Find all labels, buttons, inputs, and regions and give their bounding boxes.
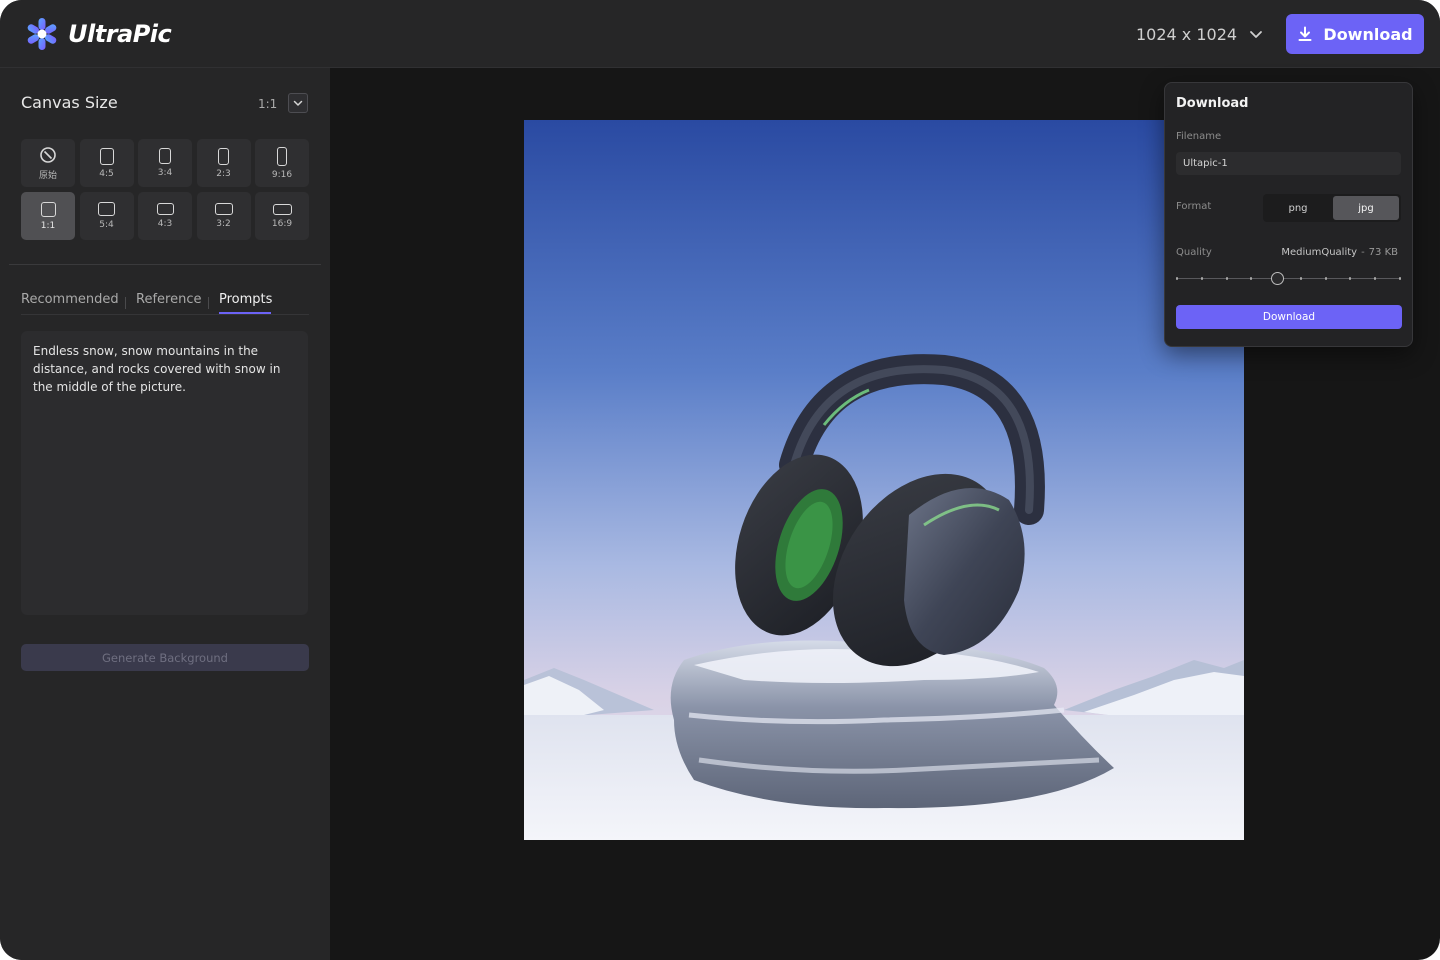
app-window: UltraPic 1024 x 1024 Download Canvas Siz… bbox=[0, 0, 1440, 960]
ratio-option[interactable]: 3:2 bbox=[196, 192, 251, 240]
ratio-option-label: 9:16 bbox=[271, 169, 293, 180]
slider-tick bbox=[1201, 277, 1203, 280]
quality-value: MediumQuality -73 KB bbox=[1274, 247, 1398, 258]
quality-name: MediumQuality bbox=[1281, 247, 1358, 258]
slider-tick bbox=[1399, 277, 1401, 280]
ratio-option-label: 4:5 bbox=[99, 168, 114, 179]
original-size-icon bbox=[40, 146, 56, 163]
ratio-option[interactable]: 原始 bbox=[21, 139, 75, 187]
slider-tick bbox=[1250, 277, 1252, 280]
current-ratio: 1:1 bbox=[258, 97, 278, 111]
tab-prompts[interactable]: Prompts bbox=[219, 292, 272, 307]
app-name: UltraPic bbox=[68, 20, 172, 48]
ratio-option[interactable]: 16:9 bbox=[255, 192, 309, 240]
prompt-textarea[interactable]: Endless snow, snow mountains in the dist… bbox=[21, 331, 308, 615]
output-size-select[interactable]: 1024 x 1024 bbox=[1136, 22, 1263, 46]
chevron-down-icon bbox=[1250, 31, 1262, 38]
ratio-shape-icon bbox=[40, 201, 56, 217]
slider-track bbox=[1176, 278, 1401, 279]
download-panel-title: Download bbox=[1176, 96, 1249, 111]
format-jpg-option[interactable]: jpg bbox=[1333, 196, 1399, 220]
generate-background-button[interactable]: Generate Background bbox=[21, 644, 309, 671]
download-button[interactable]: Download bbox=[1286, 14, 1424, 54]
download-button-label: Download bbox=[1323, 24, 1413, 44]
quality-label: Quality bbox=[1176, 247, 1212, 258]
chevron-down-icon bbox=[293, 100, 303, 106]
format-png-option[interactable]: png bbox=[1265, 196, 1331, 220]
ratio-shape-icon bbox=[99, 147, 114, 165]
top-bar: UltraPic 1024 x 1024 Download bbox=[0, 0, 1440, 68]
ratio-option-label: 3:2 bbox=[216, 219, 231, 229]
slider-tick bbox=[1300, 277, 1302, 280]
ratio-option-label: 原始 bbox=[38, 170, 57, 181]
filename-label: Filename bbox=[1176, 131, 1222, 142]
ratio-option[interactable]: 5:4 bbox=[79, 192, 134, 240]
slider-tick bbox=[1325, 277, 1327, 280]
ratio-shape-icon bbox=[272, 203, 292, 215]
panel-download-button[interactable]: Download bbox=[1176, 305, 1402, 329]
ratio-option[interactable]: 4:3 bbox=[138, 192, 192, 240]
download-panel: Download Filename Format png jpg Quality… bbox=[1164, 82, 1413, 347]
ratio-shape-icon bbox=[98, 202, 115, 216]
ratio-shape-icon bbox=[277, 146, 287, 166]
quality-file-size: 73 KB bbox=[1368, 247, 1398, 258]
ratio-grid: 原始 4:5 3:4 2:3 9:16 1:1 5:4 4:3 3:2 16:9 bbox=[21, 139, 309, 241]
tab-separator bbox=[125, 297, 126, 309]
slider-thumb[interactable] bbox=[1271, 272, 1284, 285]
slider-tick bbox=[1374, 277, 1376, 280]
canvas-size-title: Canvas Size bbox=[21, 93, 118, 112]
slider-tick bbox=[1226, 277, 1228, 280]
prompt-tabs: Recommended Reference Prompts bbox=[21, 292, 309, 316]
left-sidebar: Canvas Size 1:1 原始 4:5 3:4 2:3 9:16 1:1 5:4 4:3… bbox=[0, 68, 330, 960]
slider-tick bbox=[1349, 277, 1351, 280]
ratio-option-label: 16:9 bbox=[271, 218, 293, 229]
slider-tick bbox=[1176, 277, 1178, 280]
format-toggle: png jpg bbox=[1263, 194, 1401, 222]
tab-recommended[interactable]: Recommended bbox=[21, 292, 119, 307]
canvas-image[interactable] bbox=[524, 120, 1244, 840]
ratio-option-label: 1:1 bbox=[40, 220, 56, 231]
ratio-shape-icon bbox=[218, 147, 229, 165]
ratio-option-label: 5:4 bbox=[99, 220, 114, 230]
output-size-value: 1024 x 1024 bbox=[1136, 24, 1238, 44]
quality-slider[interactable] bbox=[1176, 269, 1401, 289]
logo-icon bbox=[24, 16, 60, 52]
tab-reference[interactable]: Reference bbox=[136, 292, 201, 307]
ratio-shape-icon bbox=[214, 203, 233, 215]
ratio-shape-icon bbox=[156, 203, 174, 215]
divider bbox=[9, 264, 321, 265]
ratio-shape-icon bbox=[159, 148, 171, 164]
format-label: Format bbox=[1176, 201, 1212, 212]
ratio-option[interactable]: 2:3 bbox=[196, 139, 251, 187]
headphones-on-rock-image bbox=[524, 120, 1244, 840]
tabs-divider bbox=[21, 314, 309, 315]
ratio-option-label: 3:4 bbox=[157, 168, 173, 178]
ratio-option-label: 4:3 bbox=[157, 219, 173, 229]
quality-separator: - bbox=[1361, 247, 1365, 258]
ratio-dropdown-button[interactable] bbox=[288, 93, 308, 113]
filename-input[interactable] bbox=[1176, 152, 1401, 175]
ratio-option[interactable]: 1:1 bbox=[21, 192, 75, 240]
ratio-option-label: 2:3 bbox=[216, 168, 231, 179]
ratio-option[interactable]: 9:16 bbox=[255, 139, 309, 187]
tab-separator bbox=[208, 297, 209, 309]
download-icon bbox=[1298, 26, 1312, 41]
logo[interactable]: UltraPic bbox=[24, 16, 172, 52]
ratio-option[interactable]: 3:4 bbox=[138, 139, 192, 187]
ratio-option[interactable]: 4:5 bbox=[79, 139, 134, 187]
